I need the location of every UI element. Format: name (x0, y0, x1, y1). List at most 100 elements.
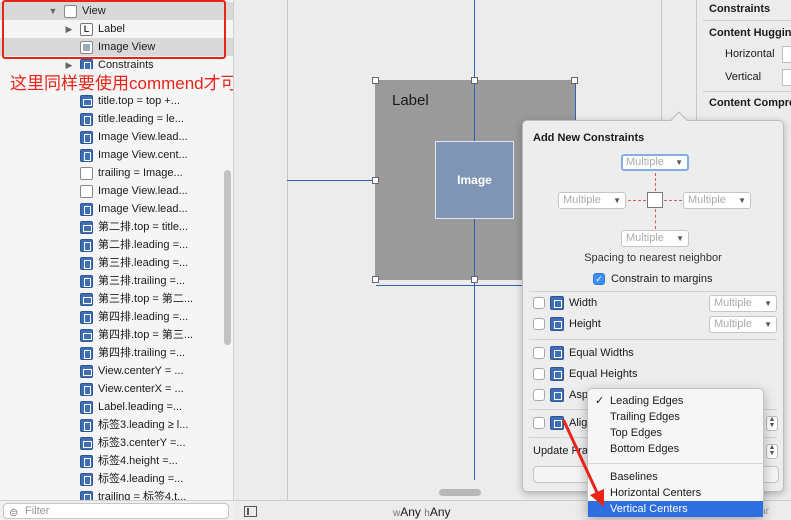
menu-item-leading-edges[interactable]: ✓ Leading Edges (588, 393, 763, 409)
align-stepper[interactable]: ▲ ▼ (766, 416, 778, 431)
top-spacing-field[interactable]: Multiple ▼ (621, 154, 689, 171)
outline-row[interactable]: 标签4.leading =... (0, 470, 233, 488)
inspector-hugging-header: Content Hugging (709, 27, 791, 39)
outline-row[interactable]: 第四排.top = 第三... (0, 326, 233, 344)
annotation-arrow (562, 419, 604, 507)
outline-row-label: Image View.lead... (98, 185, 188, 197)
top-spacing-value: Multiple (626, 156, 664, 168)
annotation-highlight-box (2, 0, 226, 59)
outline-row[interactable]: View.centerX = ... (0, 380, 233, 398)
outline-row[interactable]: title.leading = le... (0, 110, 233, 128)
bottom-spacing-value: Multiple (626, 232, 664, 244)
outline-row[interactable]: 标签3.leading ≥ l... (0, 416, 233, 434)
resize-handle-bottom[interactable] (471, 276, 478, 283)
outline-row-label: 标签3.leading ≥ l... (98, 419, 189, 431)
popover-divider (529, 339, 777, 340)
bottom-constraint-strut[interactable] (655, 209, 656, 229)
outline-row[interactable]: 第四排.trailing =... (0, 344, 233, 362)
image-view-text: Image (457, 173, 492, 187)
canvas-label[interactable]: Label (392, 92, 429, 109)
menu-item-trailing-edges[interactable]: Trailing Edges (588, 409, 763, 425)
size-class-button[interactable]: wAny hAny (393, 505, 451, 519)
menu-item-label: Bottom Edges (610, 443, 680, 455)
outline-row[interactable]: 第三排.trailing =... (0, 272, 233, 290)
outline-row[interactable]: 标签4.height =... (0, 452, 233, 470)
equal-widths-label: Equal Widths (569, 347, 634, 359)
disabled-constraint-icon (80, 185, 93, 198)
outline-row-label: 第二排.top = title... (98, 221, 189, 233)
outline-row[interactable]: 标签3.centerY =... (0, 434, 233, 452)
outline-row[interactable]: 第二排.top = title... (0, 218, 233, 236)
update-frames-stepper[interactable]: ▲ ▼ (766, 444, 778, 459)
top-constraint-strut[interactable] (655, 173, 656, 191)
horizontal-priority-field[interactable] (782, 46, 791, 63)
width-icon (550, 296, 564, 310)
chevron-down-icon: ▼ (764, 299, 772, 308)
width-label: Width (569, 297, 598, 309)
height-checkbox[interactable] (533, 318, 545, 330)
outline-row[interactable]: trailing = 标签4.t... (0, 488, 233, 500)
outline-row[interactable]: 第四排.leading =... (0, 308, 233, 326)
outline-row-label: 第四排.trailing =... (98, 347, 186, 359)
outline-row[interactable]: 第三排.leading =... (0, 254, 233, 272)
menu-item-label: Horizontal Centers (610, 487, 702, 499)
chevron-down-icon: ▼ (675, 158, 683, 167)
width-class-value: Any (400, 505, 421, 519)
outline-row[interactable]: View.centerY = ... (0, 362, 233, 380)
outline-row[interactable]: 第三排.top = 第二... (0, 290, 233, 308)
outline-row[interactable]: trailing = Image... (0, 164, 233, 182)
vertical-constraint-icon (80, 95, 93, 108)
outline-row[interactable]: Image View.lead... (0, 200, 233, 218)
outline-scrollbar[interactable] (224, 170, 231, 345)
outline-row-label: Image View.lead... (98, 131, 188, 143)
resize-handle-top-right[interactable] (571, 77, 578, 84)
menu-item-bottom-edges[interactable]: Bottom Edges (588, 441, 763, 457)
menu-item-horizontal-centers[interactable]: Horizontal Centers (588, 485, 763, 501)
menu-item-vertical-centers[interactable]: Vertical Centers (588, 501, 763, 517)
inspector-divider (703, 20, 791, 21)
resize-handle-left[interactable] (372, 177, 379, 184)
leading-constraint-strut[interactable] (628, 200, 646, 201)
resize-handle-bottom-left[interactable] (372, 276, 379, 283)
filter-input[interactable]: ⊜ Filter (3, 503, 229, 519)
leading-spacing-field[interactable]: Multiple ▼ (558, 192, 626, 209)
equal-widths-checkbox[interactable] (533, 347, 545, 359)
outline-row[interactable]: Image View.cent... (0, 146, 233, 164)
outline-row[interactable]: Image View.lead... (0, 128, 233, 146)
equal-heights-checkbox[interactable] (533, 368, 545, 380)
width-checkbox[interactable] (533, 297, 545, 309)
vertical-priority-field[interactable] (782, 69, 791, 86)
inspector-constraints-header: Constraints (709, 3, 771, 15)
outline-row-label: View.centerX = ... (98, 383, 184, 395)
constrain-margins-checkbox[interactable]: ✓ (593, 273, 605, 285)
resize-handle-top-left[interactable] (372, 77, 379, 84)
canvas-scrollbar[interactable] (439, 489, 481, 496)
center-x-guide (474, 0, 475, 480)
menu-item-baselines[interactable]: Baselines (588, 469, 763, 485)
constraint-center-box (647, 192, 663, 208)
align-checkbox[interactable] (533, 417, 545, 429)
constraint-icon (80, 239, 93, 252)
height-value: Multiple (714, 318, 752, 330)
constrain-margins-label: Constrain to margins (611, 273, 713, 285)
outline-toggle-icon[interactable] (244, 506, 257, 517)
width-value-field[interactable]: Multiple ▼ (709, 295, 777, 312)
trailing-spacing-field[interactable]: Multiple ▼ (683, 192, 751, 209)
outline-row-label: 标签4.height =... (98, 455, 178, 467)
outline-row-label: 第四排.leading =... (98, 311, 189, 323)
bottom-spacing-field[interactable]: Multiple ▼ (621, 230, 689, 247)
height-icon (550, 317, 564, 331)
resize-handle-top[interactable] (471, 77, 478, 84)
outline-row[interactable]: Label.leading =... (0, 398, 233, 416)
menu-item-top-edges[interactable]: Top Edges (588, 425, 763, 441)
outline-row[interactable]: Image View.lead... (0, 182, 233, 200)
width-value: Multiple (714, 297, 752, 309)
height-value-field[interactable]: Multiple ▼ (709, 316, 777, 333)
aspect-ratio-checkbox[interactable] (533, 389, 545, 401)
outline-row-label: title.leading = le... (98, 113, 184, 125)
trailing-constraint-strut[interactable] (664, 200, 682, 201)
outline-row[interactable]: 第二排.leading =... (0, 236, 233, 254)
canvas-image-view[interactable]: Image (435, 141, 514, 219)
vertical-constraint-icon (80, 293, 93, 306)
outline-row[interactable]: title.top = top +... (0, 92, 233, 110)
